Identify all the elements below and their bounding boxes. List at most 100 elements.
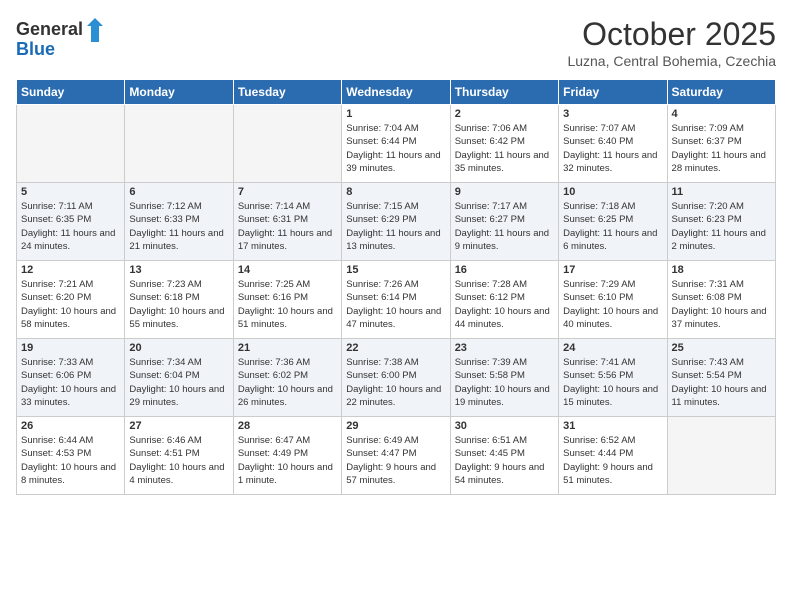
cell-info: Sunrise: 7:17 AMSunset: 6:27 PMDaylight:… (455, 200, 554, 253)
day-number: 21 (238, 342, 337, 354)
calendar-cell: 5 Sunrise: 7:11 AMSunset: 6:35 PMDaylight… (17, 183, 125, 261)
day-number: 15 (346, 264, 445, 276)
month-title: October 2025 (567, 16, 776, 53)
day-number: 5 (21, 186, 120, 198)
calendar-cell: 22 Sunrise: 7:38 AMSunset: 6:00 PMDayligh… (342, 339, 450, 417)
day-number: 3 (563, 108, 662, 120)
day-number: 16 (455, 264, 554, 276)
cell-info: Sunrise: 6:51 AMSunset: 4:45 PMDaylight:… (455, 434, 554, 487)
calendar-cell: 20 Sunrise: 7:34 AMSunset: 6:04 PMDayligh… (125, 339, 233, 417)
cell-info: Sunrise: 7:28 AMSunset: 6:12 PMDaylight:… (455, 278, 554, 331)
dow-header: Friday (559, 80, 667, 105)
cell-info: Sunrise: 7:34 AMSunset: 6:04 PMDaylight:… (129, 356, 228, 409)
day-number: 17 (563, 264, 662, 276)
cell-info: Sunrise: 6:44 AMSunset: 4:53 PMDaylight:… (21, 434, 120, 487)
day-number: 19 (21, 342, 120, 354)
cell-info: Sunrise: 7:09 AMSunset: 6:37 PMDaylight:… (672, 122, 771, 175)
calendar-cell: 29 Sunrise: 6:49 AMSunset: 4:47 PMDayligh… (342, 417, 450, 495)
calendar-cell: 6 Sunrise: 7:12 AMSunset: 6:33 PMDaylight… (125, 183, 233, 261)
cell-info: Sunrise: 7:33 AMSunset: 6:06 PMDaylight:… (21, 356, 120, 409)
day-number: 13 (129, 264, 228, 276)
calendar-cell: 25 Sunrise: 7:43 AMSunset: 5:54 PMDayligh… (667, 339, 775, 417)
calendar-cell: 12 Sunrise: 7:21 AMSunset: 6:20 PMDayligh… (17, 261, 125, 339)
day-number: 27 (129, 420, 228, 432)
calendar-cell: 26 Sunrise: 6:44 AMSunset: 4:53 PMDayligh… (17, 417, 125, 495)
day-number: 22 (346, 342, 445, 354)
day-number: 9 (455, 186, 554, 198)
dow-header: Saturday (667, 80, 775, 105)
cell-info: Sunrise: 7:04 AMSunset: 6:44 PMDaylight:… (346, 122, 445, 175)
calendar-cell: 16 Sunrise: 7:28 AMSunset: 6:12 PMDayligh… (450, 261, 558, 339)
dow-header: Sunday (17, 80, 125, 105)
cell-info: Sunrise: 7:11 AMSunset: 6:35 PMDaylight:… (21, 200, 120, 253)
day-number: 12 (21, 264, 120, 276)
cell-info: Sunrise: 7:43 AMSunset: 5:54 PMDaylight:… (672, 356, 771, 409)
calendar-cell: 17Sunrise: 7:29 AMSunset: 6:10 PMDayligh… (559, 261, 667, 339)
cell-info: Sunrise: 6:47 AMSunset: 4:49 PMDaylight:… (238, 434, 337, 487)
calendar-cell: 13 Sunrise: 7:23 AMSunset: 6:18 PMDayligh… (125, 261, 233, 339)
day-number: 1 (346, 108, 445, 120)
calendar-body: 1 Sunrise: 7:04 AMSunset: 6:44 PMDaylight… (17, 105, 776, 495)
cell-info: Sunrise: 6:49 AMSunset: 4:47 PMDaylight:… (346, 434, 445, 487)
page: General Blue October 2025 Luzna, Central… (0, 0, 792, 612)
calendar-row: 5 Sunrise: 7:11 AMSunset: 6:35 PMDaylight… (17, 183, 776, 261)
calendar-cell: 2 Sunrise: 7:06 AMSunset: 6:42 PMDaylight… (450, 105, 558, 183)
calendar-cell (125, 105, 233, 183)
calendar-cell (17, 105, 125, 183)
day-number: 4 (672, 108, 771, 120)
dow-header: Thursday (450, 80, 558, 105)
cell-info: Sunrise: 7:07 AMSunset: 6:40 PMDaylight:… (563, 122, 662, 175)
day-number: 11 (672, 186, 771, 198)
calendar-cell (233, 105, 341, 183)
calendar-cell: 10Sunrise: 7:18 AMSunset: 6:25 PMDayligh… (559, 183, 667, 261)
day-number: 29 (346, 420, 445, 432)
cell-info: Sunrise: 7:38 AMSunset: 6:00 PMDaylight:… (346, 356, 445, 409)
cell-info: Sunrise: 7:36 AMSunset: 6:02 PMDaylight:… (238, 356, 337, 409)
logo-general-text: General (16, 20, 83, 40)
day-number: 8 (346, 186, 445, 198)
day-number: 23 (455, 342, 554, 354)
cell-info: Sunrise: 7:31 AMSunset: 6:08 PMDaylight:… (672, 278, 771, 331)
day-number: 26 (21, 420, 120, 432)
calendar-cell: 15 Sunrise: 7:26 AMSunset: 6:14 PMDayligh… (342, 261, 450, 339)
day-number: 25 (672, 342, 771, 354)
calendar-cell: 8 Sunrise: 7:15 AMSunset: 6:29 PMDaylight… (342, 183, 450, 261)
calendar-row: 1 Sunrise: 7:04 AMSunset: 6:44 PMDaylight… (17, 105, 776, 183)
calendar-row: 12 Sunrise: 7:21 AMSunset: 6:20 PMDayligh… (17, 261, 776, 339)
cell-info: Sunrise: 7:14 AMSunset: 6:31 PMDaylight:… (238, 200, 337, 253)
calendar-cell: 7Sunrise: 7:14 AMSunset: 6:31 PMDaylight… (233, 183, 341, 261)
calendar-cell (667, 417, 775, 495)
day-number: 30 (455, 420, 554, 432)
cell-info: Sunrise: 7:15 AMSunset: 6:29 PMDaylight:… (346, 200, 445, 253)
calendar-cell: 28 Sunrise: 6:47 AMSunset: 4:49 PMDayligh… (233, 417, 341, 495)
calendar-cell: 30 Sunrise: 6:51 AMSunset: 4:45 PMDayligh… (450, 417, 558, 495)
day-number: 20 (129, 342, 228, 354)
calendar-cell: 31 Sunrise: 6:52 AMSunset: 4:44 PMDayligh… (559, 417, 667, 495)
calendar-cell: 19 Sunrise: 7:33 AMSunset: 6:06 PMDayligh… (17, 339, 125, 417)
cell-info: Sunrise: 7:21 AMSunset: 6:20 PMDaylight:… (21, 278, 120, 331)
cell-info: Sunrise: 7:06 AMSunset: 6:42 PMDaylight:… (455, 122, 554, 175)
day-number: 24 (563, 342, 662, 354)
calendar-row: 26 Sunrise: 6:44 AMSunset: 4:53 PMDayligh… (17, 417, 776, 495)
cell-info: Sunrise: 7:26 AMSunset: 6:14 PMDaylight:… (346, 278, 445, 331)
cell-info: Sunrise: 7:23 AMSunset: 6:18 PMDaylight:… (129, 278, 228, 331)
calendar-cell: 23Sunrise: 7:39 AMSunset: 5:58 PMDayligh… (450, 339, 558, 417)
calendar-cell: 9 Sunrise: 7:17 AMSunset: 6:27 PMDaylight… (450, 183, 558, 261)
day-number: 2 (455, 108, 554, 120)
calendar-cell: 11Sunrise: 7:20 AMSunset: 6:23 PMDayligh… (667, 183, 775, 261)
calendar-cell: 3 Sunrise: 7:07 AMSunset: 6:40 PMDaylight… (559, 105, 667, 183)
calendar-cell: 4 Sunrise: 7:09 AMSunset: 6:37 PMDaylight… (667, 105, 775, 183)
day-number: 31 (563, 420, 662, 432)
cell-info: Sunrise: 6:46 AMSunset: 4:51 PMDaylight:… (129, 434, 228, 487)
day-number: 28 (238, 420, 337, 432)
calendar-cell: 1 Sunrise: 7:04 AMSunset: 6:44 PMDaylight… (342, 105, 450, 183)
logo: General Blue (16, 16, 105, 60)
cell-info: Sunrise: 7:25 AMSunset: 6:16 PMDaylight:… (238, 278, 337, 331)
cell-info: Sunrise: 7:12 AMSunset: 6:33 PMDaylight:… (129, 200, 228, 253)
calendar-cell: 14 Sunrise: 7:25 AMSunset: 6:16 PMDayligh… (233, 261, 341, 339)
day-number: 14 (238, 264, 337, 276)
day-number: 6 (129, 186, 228, 198)
header: General Blue October 2025 Luzna, Central… (16, 16, 776, 69)
calendar-cell: 24Sunrise: 7:41 AMSunset: 5:56 PMDayligh… (559, 339, 667, 417)
cell-info: Sunrise: 6:52 AMSunset: 4:44 PMDaylight:… (563, 434, 662, 487)
